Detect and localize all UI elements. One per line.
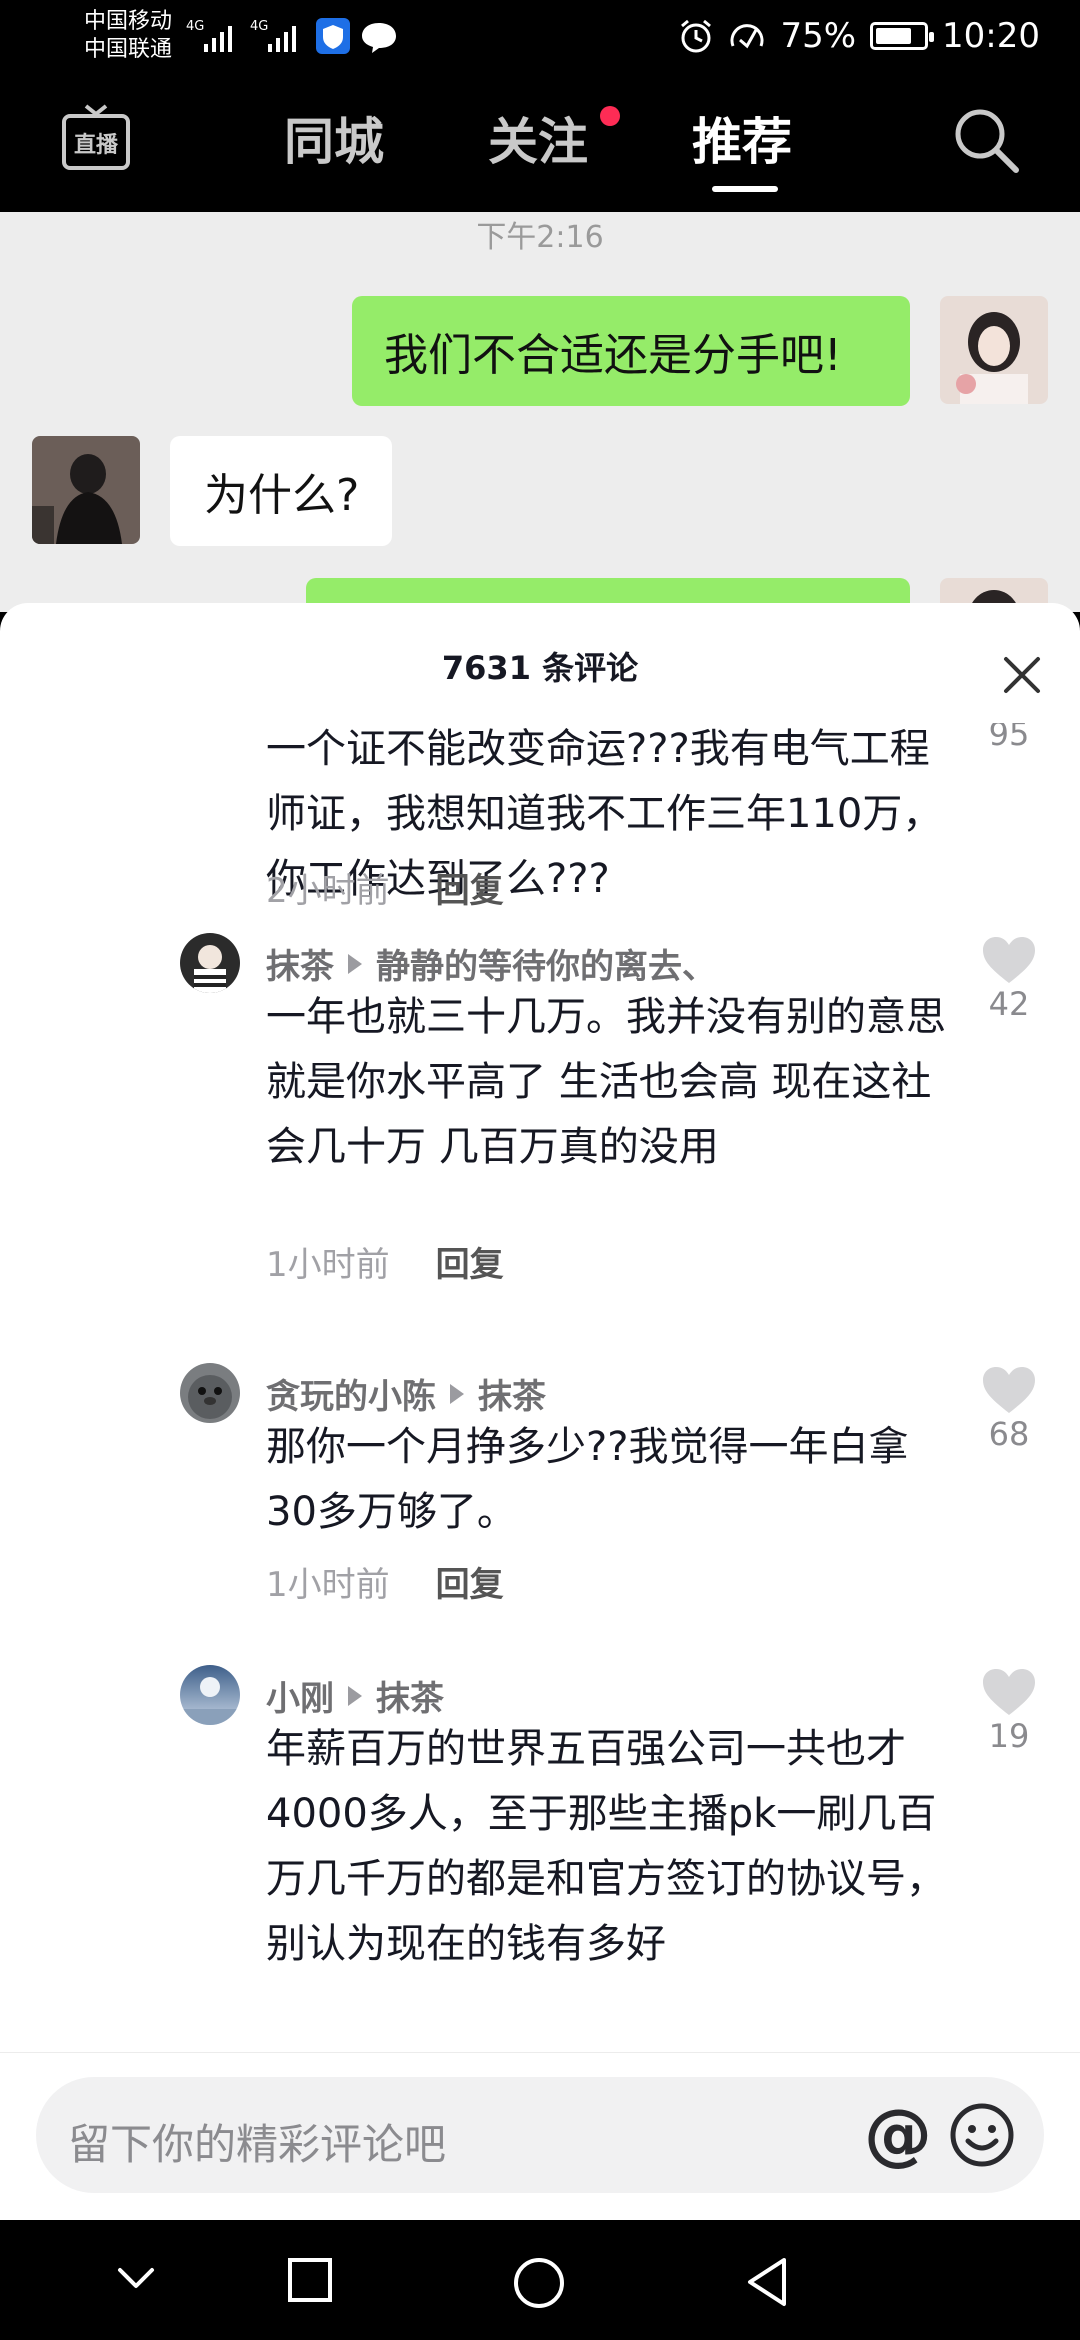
mention-at-icon[interactable]: @ <box>864 2101 932 2169</box>
carrier-1: 中国移动 <box>84 9 173 34</box>
battery-icon <box>870 22 935 50</box>
reply-arrow-icon <box>348 953 362 974</box>
data-speed-icon <box>730 24 764 49</box>
reply-target[interactable]: 抹茶 <box>376 1671 444 1720</box>
comment-count-title: 7631 条评论 <box>441 649 639 687</box>
comment-meta: 1小时前 回复 <box>266 1237 504 1286</box>
search-icon[interactable] <box>950 104 1022 176</box>
status-right: 75% 10:20 <box>678 12 1040 60</box>
signal-2-icon: 4G <box>250 19 296 52</box>
comment-text: 年薪百万的世界五百强公司一共也才4000多人，至于那些主播pk一刷几百万几千万的… <box>266 1726 946 1967</box>
comment-item: 贪玩的小陈 抹茶 那你一个月挣多少??我觉得一年白拿30多万够了。 1小时前 回… <box>0 1363 1080 1605</box>
home-icon[interactable] <box>512 2256 566 2310</box>
heart-icon <box>983 1669 1035 1715</box>
system-nav-bar <box>0 2220 1080 2340</box>
comment-username[interactable]: 小刚 <box>266 1671 334 1720</box>
svg-text:4G: 4G <box>186 19 204 34</box>
recent-apps-icon[interactable] <box>286 2256 334 2304</box>
comment-username-row: 抹茶 静静的等待你的离去、 <box>266 939 716 988</box>
reply-button[interactable]: 回复 <box>436 1237 504 1286</box>
reply-target[interactable]: 静静的等待你的离去、 <box>376 939 716 988</box>
carrier-labels: 中国移动 中国联通 <box>84 8 172 64</box>
reply-arrow-icon <box>348 1685 362 1706</box>
signal-1-icon: 4G <box>186 19 232 52</box>
like-button[interactable]: 19 <box>976 1667 1042 1755</box>
heart-icon <box>983 1367 1035 1413</box>
status-bar: 中国移动 中国联通 4G 4G 75% 10:20 <box>0 0 1080 72</box>
emoji-icon[interactable] <box>948 2101 1016 2169</box>
comment-time: 1小时前 <box>266 1245 390 1285</box>
chat-message-text: 为什么? <box>204 470 360 521</box>
message-bubble-icon <box>362 23 396 53</box>
svg-text:直播: 直播 <box>74 132 119 158</box>
comment-sheet: 7631 条评论 一个证不能改变命运???我有电气工程师证，我想知道我不工作三年… <box>0 603 1080 2220</box>
chat-bubble-right: 我们不合适还是分手吧! <box>352 296 910 406</box>
like-button[interactable]: 42 <box>976 935 1042 1023</box>
comment-item: 小刚 抹茶 年薪百万的世界五百强公司一共也才4000多人，至于那些主播pk一刷几… <box>0 1665 1080 2075</box>
comment-username-row: 贪玩的小陈 抹茶 <box>266 1369 546 1418</box>
comment-input-placeholder: 留下你的精彩评论吧 <box>68 2120 447 2169</box>
clock: 10:20 <box>942 16 1040 56</box>
like-count: 42 <box>988 985 1030 1023</box>
top-nav: 直播 同城 关注 推荐 <box>0 72 1080 212</box>
reply-target[interactable]: 抹茶 <box>478 1369 546 1418</box>
reply-button[interactable]: 回复 <box>436 1557 504 1606</box>
back-icon[interactable] <box>744 2256 792 2308</box>
reply-arrow-icon <box>450 1383 464 1404</box>
comment-meta: 1小时前 回复 <box>266 1557 504 1606</box>
like-count: 95 <box>988 723 1030 753</box>
avatar[interactable] <box>180 933 240 993</box>
comment-text: 那你一个月挣多少??我觉得一年白拿30多万够了。 <box>266 1424 909 1535</box>
like-count: 68 <box>988 1415 1030 1453</box>
comment-input[interactable]: 留下你的精彩评论吧 @ <box>36 2077 1044 2193</box>
video-chat-content: 下午2:16 我们不合适还是分手吧! 为什么? <box>0 212 1080 612</box>
comment-list: 一个证不能改变命运???我有电气工程师证，我想知道我不工作三年110万，你工作达… <box>0 723 1080 2075</box>
heart-icon <box>983 937 1035 983</box>
comment-username[interactable]: 抹茶 <box>266 939 334 988</box>
chat-timestamp: 下午2:16 <box>476 220 604 255</box>
active-tab-indicator <box>712 186 778 192</box>
like-button[interactable]: 68 <box>976 1365 1042 1453</box>
tab-following[interactable]: 关注 <box>488 102 588 174</box>
comment-username[interactable]: 贪玩的小陈 <box>266 1369 436 1418</box>
comment-item: 一个证不能改变命运???我有电气工程师证，我想知道我不工作三年110万，你工作达… <box>0 723 1080 923</box>
chat-message-text: 我们不合适还是分手吧! <box>384 330 842 381</box>
live-tv-icon: 直播 <box>62 104 130 170</box>
alarm-icon <box>681 19 712 53</box>
comment-time: 2小时前 <box>266 871 390 911</box>
shield-app-icon <box>316 18 350 54</box>
comment-item: 抹茶 静静的等待你的离去、 一年也就三十几万。我并没有别的意思就是你水平高了 生… <box>0 933 1080 1285</box>
avatar-left <box>32 436 140 544</box>
avatar[interactable] <box>180 1363 240 1423</box>
comment-text: 一年也就三十几万。我并没有别的意思就是你水平高了 生活也会高 现在这社会几十万 … <box>266 994 946 1170</box>
avatar-right <box>940 296 1048 404</box>
comment-input-bar: 留下你的精彩评论吧 @ <box>0 2052 1080 2220</box>
like-button[interactable]: 95 <box>976 723 1042 753</box>
close-icon[interactable] <box>998 651 1046 699</box>
battery-percent: 75% <box>780 16 857 56</box>
notification-dot <box>600 106 620 126</box>
avatar[interactable] <box>180 1665 240 1725</box>
chat-bubble-left: 为什么? <box>170 436 392 546</box>
tab-recommended[interactable]: 推荐 <box>692 102 792 174</box>
comment-username-row: 小刚 抹茶 <box>266 1671 444 1720</box>
like-count: 19 <box>988 1717 1030 1755</box>
tab-nearby[interactable]: 同城 <box>284 102 384 174</box>
comment-meta: 2小时前 回复 <box>266 863 504 912</box>
chevron-down-icon[interactable] <box>114 2256 158 2300</box>
carrier-2: 中国联通 <box>84 37 173 62</box>
live-button[interactable]: 直播 <box>60 102 132 174</box>
reply-button[interactable]: 回复 <box>436 863 504 912</box>
svg-text:4G: 4G <box>250 19 268 34</box>
comment-time: 1小时前 <box>266 1565 390 1605</box>
